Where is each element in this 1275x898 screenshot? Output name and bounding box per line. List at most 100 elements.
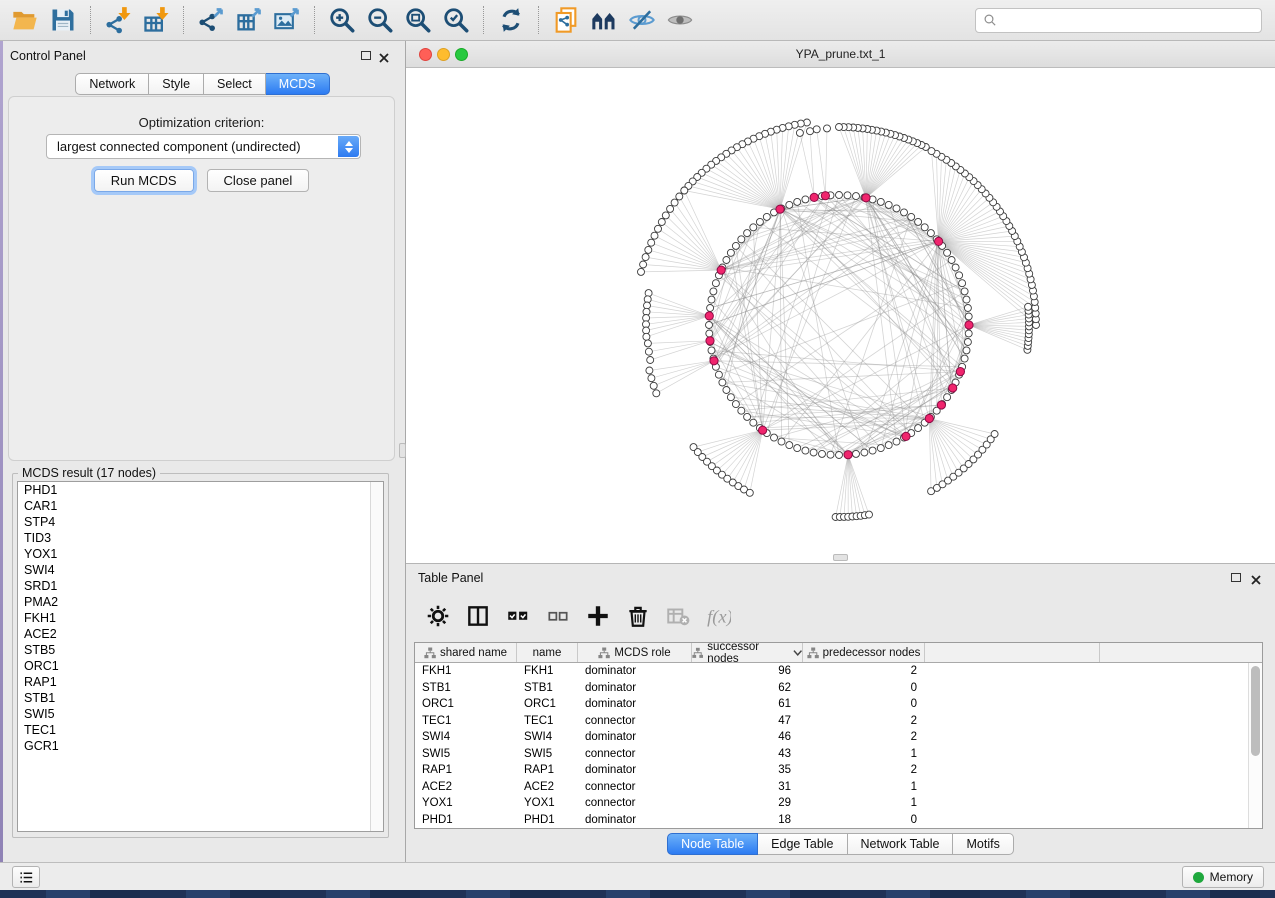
toolbar-separator [483,6,484,34]
table-row[interactable]: SWI5SWI5connector431 [415,746,1262,763]
open-session-button[interactable] [6,3,44,37]
export-network-button[interactable] [192,3,230,37]
export-image-button[interactable] [268,3,306,37]
mcds-result-item[interactable]: FKH1 [18,610,383,626]
mcds-result-item[interactable]: SWI5 [18,706,383,722]
tab-edge-table[interactable]: Edge Table [758,833,847,855]
zoom-selected-button[interactable] [437,3,475,37]
mcds-result-item[interactable]: STP4 [18,514,383,530]
table-scrollbar[interactable] [1248,663,1262,828]
import-network-button[interactable] [99,3,137,37]
select-all-rows-button[interactable] [504,603,531,630]
close-window-traffic-light[interactable] [419,48,432,61]
column-header-MCDS-role[interactable]: MCDS role [578,643,692,662]
table-row[interactable]: FKH1FKH1dominator962 [415,663,1262,680]
table-row[interactable]: ACE2ACE2connector311 [415,779,1262,796]
function-builder-icon: f(x) [705,603,731,629]
table-tabbar: Node TableEdge TableNetwork TableMotifs [406,833,1275,855]
hide-selected-icon [628,6,656,34]
mcds-result-item[interactable]: TID3 [18,530,383,546]
delete-columns-button[interactable] [624,603,651,630]
mcds-result-list[interactable]: PHD1CAR1STP4TID3YOX1SWI4SRD1PMA2FKH1ACE2… [17,481,384,832]
mcds-result-group-title: MCDS result (17 nodes) [18,466,160,480]
status-bar: Memory [0,862,1275,890]
vertical-splitter-grip[interactable] [399,443,406,458]
mcds-result-item[interactable]: ORC1 [18,658,383,674]
table-row[interactable]: YOX1YOX1connector291 [415,795,1262,812]
mcds-result-item[interactable]: PHD1 [18,482,383,498]
table-mode-gear-button[interactable] [424,603,451,630]
tab-style[interactable]: Style [149,73,204,95]
table-scrollbar-thumb[interactable] [1251,666,1260,756]
mcds-result-item[interactable]: TEC1 [18,722,383,738]
node-table[interactable]: shared namenameMCDS rolesuccessor nodesp… [414,642,1263,829]
mcds-result-item[interactable]: YOX1 [18,546,383,562]
run-mcds-button[interactable]: Run MCDS [94,169,194,192]
deselect-all-rows-button[interactable] [544,603,571,630]
table-row[interactable]: PHD1PHD1dominator180 [415,812,1262,829]
mcds-result-item[interactable]: PMA2 [18,594,383,610]
network-graph[interactable] [406,68,1275,563]
table-row[interactable]: RAP1RAP1dominator352 [415,762,1262,779]
export-table-button[interactable] [230,3,268,37]
mcds-result-item[interactable]: RAP1 [18,674,383,690]
minimize-window-traffic-light[interactable] [437,48,450,61]
cell-mcds_role: connector [578,781,692,793]
table-row[interactable]: ORC1ORC1dominator610 [415,696,1262,713]
tab-node-table[interactable]: Node Table [667,833,758,855]
hide-selected-button[interactable] [623,3,661,37]
mcds-result-item[interactable]: STB5 [18,642,383,658]
close-panel-button[interactable]: Close panel [207,169,310,192]
mcds-result-item[interactable]: SWI4 [18,562,383,578]
memory-button[interactable]: Memory [1182,866,1264,888]
column-header-successor-nodes[interactable]: successor nodes [692,643,803,662]
zoom-in-icon [328,6,356,34]
tab-network-table[interactable]: Network Table [848,833,954,855]
float-table-panel-icon[interactable] [1231,573,1241,582]
task-history-button[interactable] [12,866,40,888]
main-toolbar [0,0,1275,41]
column-header-shared-name[interactable]: shared name [415,643,517,662]
table-row[interactable]: TEC1TEC1connector472 [415,713,1262,730]
zoom-window-traffic-light[interactable] [455,48,468,61]
mcds-list-scrollbar[interactable] [370,482,383,831]
cell-name: ORC1 [517,698,578,710]
show-columns-button[interactable] [464,603,491,630]
table-row[interactable]: SWI4SWI4dominator462 [415,729,1262,746]
show-all-button[interactable] [661,3,699,37]
cell-successor_nodes: 35 [692,764,803,776]
mcds-result-item[interactable]: GCR1 [18,738,383,754]
tab-motifs[interactable]: Motifs [953,833,1013,855]
zoom-fit-button[interactable] [399,3,437,37]
mcds-result-item[interactable]: SRD1 [18,578,383,594]
mcds-result-item[interactable]: CAR1 [18,498,383,514]
import-table-button[interactable] [137,3,175,37]
refresh-network-button[interactable] [492,3,530,37]
new-network-from-selection-button[interactable] [547,3,585,37]
mcds-result-item[interactable]: STB1 [18,690,383,706]
search-box[interactable] [975,8,1262,33]
horizontal-splitter-grip[interactable] [833,554,848,561]
search-input[interactable] [998,9,1261,32]
tab-mcds[interactable]: MCDS [266,73,330,95]
column-header-name[interactable]: name [517,643,578,662]
desktop-wallpaper [0,890,1275,898]
column-header-predecessor-nodes[interactable]: predecessor nodes [803,643,925,662]
close-table-panel-icon[interactable] [1251,572,1261,590]
network-window-titlebar[interactable]: YPA_prune.txt_1 [406,41,1275,68]
save-session-button[interactable] [44,3,82,37]
create-column-button[interactable] [584,603,611,630]
close-panel-icon[interactable] [379,50,389,68]
tab-network[interactable]: Network [75,73,149,95]
mcds-result-item[interactable]: ACE2 [18,626,383,642]
first-neighbors-button[interactable] [585,3,623,37]
zoom-out-button[interactable] [361,3,399,37]
tab-select[interactable]: Select [204,73,266,95]
float-panel-icon[interactable] [361,51,371,60]
zoom-in-button[interactable] [323,3,361,37]
optimization-criterion-select[interactable]: largest connected component (undirected) [46,134,361,159]
table-row[interactable]: STB1STB1dominator620 [415,680,1262,697]
network-canvas[interactable] [406,68,1275,563]
cell-predecessor_nodes: 0 [803,698,925,710]
cell-mcds_role: dominator [578,698,692,710]
